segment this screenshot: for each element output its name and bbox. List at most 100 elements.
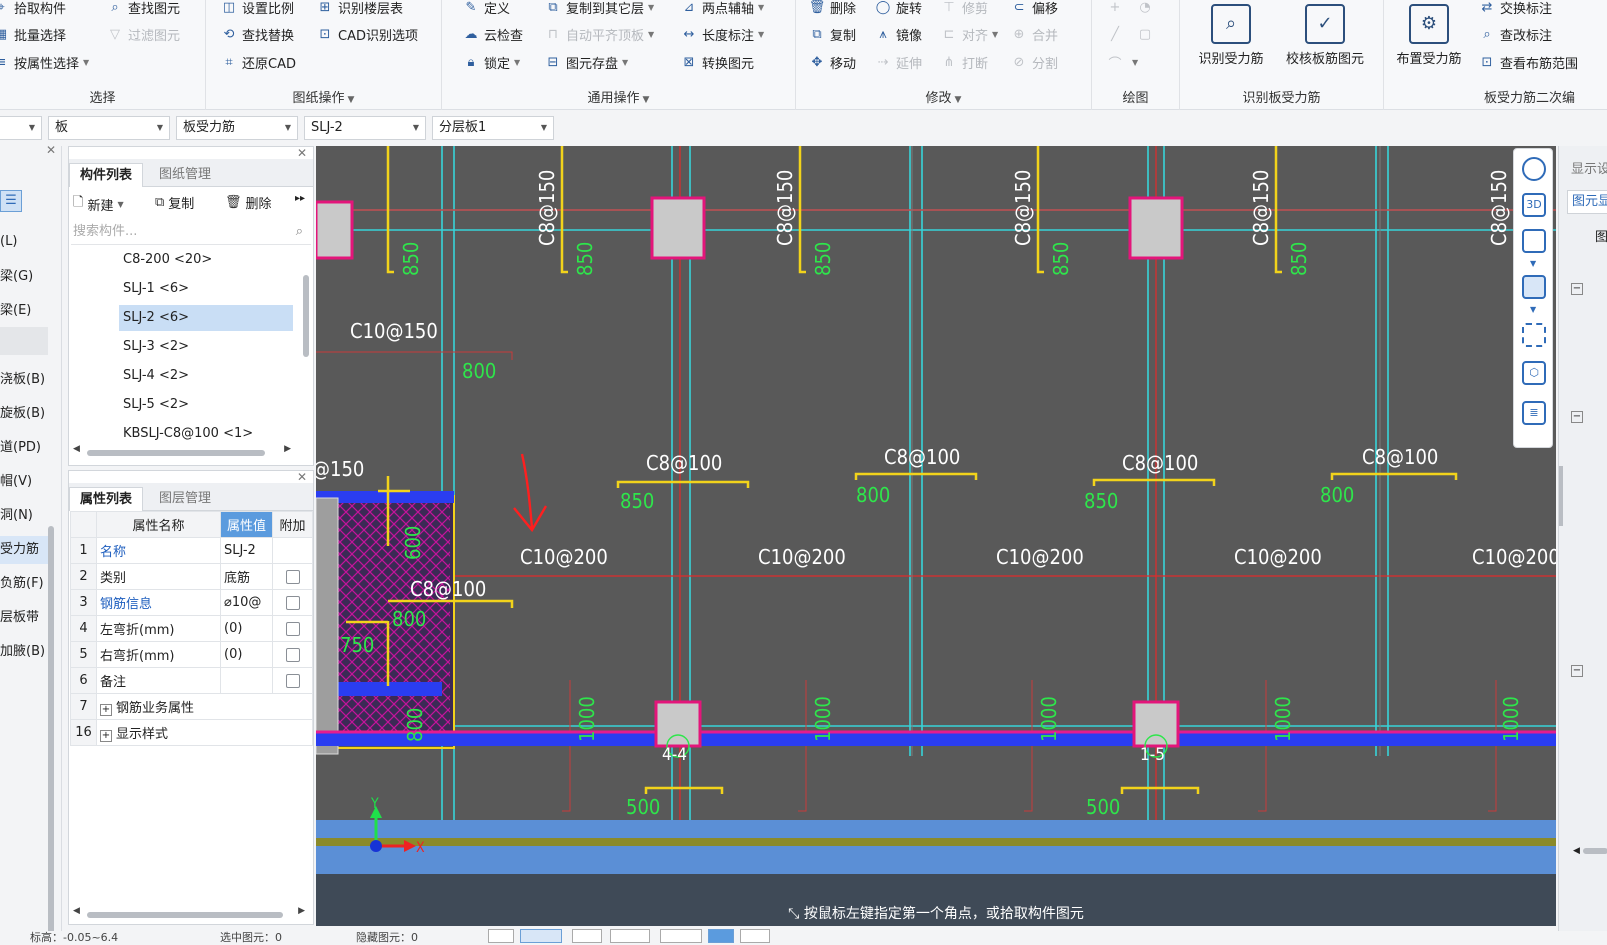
- scroll-left-icon[interactable]: ◀: [73, 906, 80, 916]
- view-cube-icon[interactable]: [1522, 229, 1546, 253]
- property-row[interactable]: 6 备注: [70, 667, 313, 694]
- layer-select[interactable]: 分层板1 ▼: [432, 116, 554, 140]
- props-hscrollbar[interactable]: ◀ ▶: [73, 906, 309, 919]
- lineweight-toggle[interactable]: [740, 929, 770, 943]
- tab-drawing-manage[interactable]: 图纸管理: [149, 163, 221, 187]
- tree-item[interactable]: 帽(V): [0, 468, 48, 496]
- tab-layer-manage[interactable]: 图层管理: [149, 487, 221, 511]
- component-item[interactable]: SLJ-3 <2>: [119, 334, 293, 360]
- chevron-down-icon[interactable]: ▼: [1530, 305, 1536, 314]
- tree-item[interactable]: [0, 327, 48, 355]
- property-group[interactable]: + 显示样式: [96, 719, 313, 746]
- component-item[interactable]: SLJ-4 <2>: [119, 363, 293, 389]
- tree-view-icon[interactable]: ☰: [0, 190, 22, 212]
- attribute-select-button[interactable]: ≡ 按属性选择 ▼: [0, 50, 89, 74]
- tree-item[interactable]: (L): [0, 228, 48, 256]
- osnap-toggle[interactable]: [660, 929, 702, 943]
- floor-select[interactable]: ▼: [0, 116, 42, 140]
- rotate-button[interactable]: ◯ 旋转: [874, 0, 922, 19]
- extend-button[interactable]: ⇢ 延伸: [874, 50, 922, 74]
- tree-item[interactable]: 层板带: [0, 604, 48, 632]
- tab-component-list[interactable]: 构件列表: [69, 163, 144, 187]
- property-row[interactable]: 3 钢筋信息 ⌀10@: [70, 589, 313, 616]
- restore-cad-button[interactable]: ⌗ 还原CAD: [220, 50, 296, 74]
- component-item[interactable]: KBSLJ-C8@100 <1>: [119, 421, 293, 447]
- solid-view-icon[interactable]: [1522, 275, 1546, 299]
- save-element-button[interactable]: ⊟ 图元存盘 ▼: [544, 50, 629, 74]
- column[interactable]: [316, 200, 354, 260]
- property-value[interactable]: 底筋: [220, 563, 273, 590]
- find-replace-button[interactable]: ⟲ 查找替换: [220, 22, 294, 46]
- scroll-left-icon[interactable]: ◀: [1573, 846, 1580, 856]
- split-button[interactable]: ⊘ 分割: [1010, 50, 1058, 74]
- property-row[interactable]: 4 左弯折(mm) (0): [70, 615, 313, 642]
- tree-item[interactable]: 洞(N): [0, 502, 48, 530]
- scroll-right-icon[interactable]: ▶: [284, 444, 291, 454]
- component-search-input[interactable]: 搜索构件... ⌕: [71, 219, 311, 245]
- property-row[interactable]: 1 名称 SLJ-2: [70, 537, 313, 564]
- view-range-button[interactable]: ⊡ 查看布筋范围: [1478, 50, 1578, 74]
- property-group-row[interactable]: 7 + 钢筋业务属性: [70, 693, 313, 720]
- hscroll-thumb[interactable]: [1583, 848, 1607, 854]
- strip-scrollbar[interactable]: [48, 526, 54, 945]
- expand-icon[interactable]: +: [100, 704, 112, 716]
- view-3d-icon[interactable]: 3D: [1522, 193, 1546, 217]
- delete-component-button[interactable]: 🗑︎ 删除: [225, 193, 272, 212]
- break-button[interactable]: ⋔ 打断: [940, 50, 988, 74]
- list-vscrollbar[interactable]: [303, 275, 309, 357]
- tab-property-list[interactable]: 属性列表: [69, 487, 144, 511]
- snap-toggle[interactable]: [488, 929, 514, 943]
- property-value[interactable]: SLJ-2: [220, 537, 273, 564]
- polar-toggle[interactable]: [610, 929, 650, 943]
- panel-scrollbar[interactable]: [1559, 466, 1563, 526]
- ortho-toggle[interactable]: [520, 929, 562, 943]
- extra-checkbox[interactable]: [285, 673, 300, 688]
- close-icon[interactable]: ✕: [297, 146, 307, 160]
- component-item-selected[interactable]: SLJ-2 <6>: [119, 305, 293, 331]
- copy-component-button[interactable]: ⧉ 复制: [155, 193, 194, 212]
- extra-checkbox[interactable]: [285, 621, 300, 636]
- floor-table-button[interactable]: ⊞ 识别楼层表: [316, 0, 403, 19]
- trim-button[interactable]: ⊤ 修剪: [940, 0, 988, 19]
- isometric-icon[interactable]: ⬡: [1522, 361, 1546, 385]
- lock-button[interactable]: 🔒︎ 锁定 ▼: [462, 50, 521, 74]
- close-icon[interactable]: ✕: [297, 470, 307, 484]
- more-tools-icon[interactable]: ▸▸: [295, 193, 305, 204]
- identify-rebar-button[interactable]: ⌕ 识别受力筋: [1186, 4, 1276, 67]
- pick-component-button[interactable]: ⌖ 拾取构件: [0, 0, 66, 19]
- extra-checkbox[interactable]: [285, 569, 300, 584]
- length-dimension-button[interactable]: ↔ 长度标注 ▼: [680, 22, 765, 46]
- component-type-select[interactable]: 板受力筋 ▼: [176, 116, 298, 140]
- collapse-icon[interactable]: −: [1571, 662, 1587, 677]
- tree-item-selected[interactable]: 受力筋: [0, 536, 48, 564]
- orbit-icon[interactable]: [1522, 157, 1546, 181]
- property-view-icon[interactable]: ≣: [1522, 401, 1546, 425]
- tab-element-display[interactable]: 图元显示: [1567, 190, 1607, 214]
- two-point-axis-button[interactable]: ⊿ 两点辅轴 ▼: [680, 0, 765, 19]
- property-group[interactable]: + 钢筋业务属性: [96, 693, 313, 720]
- list-hscrollbar[interactable]: ◀ ▶: [73, 444, 309, 457]
- cad-options-button[interactable]: ⊡ CAD识别选项: [316, 22, 418, 46]
- zoom-extents-icon[interactable]: [1522, 323, 1546, 347]
- convert-element-button[interactable]: ⊠ 转换图元: [680, 50, 754, 74]
- scroll-right-icon[interactable]: ▶: [298, 906, 305, 916]
- move-button[interactable]: ✥ 移动: [808, 50, 856, 74]
- tree-item[interactable]: 浇板(B): [0, 366, 48, 394]
- new-component-button[interactable]: 🗋︎ 新建 ▼: [73, 193, 124, 215]
- property-row[interactable]: 2 类别 底筋: [70, 563, 313, 590]
- swap-label-button[interactable]: ⇄ 交换标注: [1478, 0, 1552, 19]
- column[interactable]: [1128, 196, 1184, 260]
- place-rebar-button[interactable]: ⚙ 布置受力筋: [1384, 4, 1474, 67]
- cad-drawing[interactable]: C8@150 C8@150 C8@150 C8@150 C8@150 C10@1…: [316, 146, 1556, 926]
- dynamic-input-toggle[interactable]: [708, 929, 734, 943]
- mirror-button[interactable]: ⩚ 镜像: [874, 22, 922, 46]
- draw-arc-button[interactable]: ⌒ ▼: [1106, 50, 1138, 74]
- filter-element-button[interactable]: ▽ 过滤图元: [106, 22, 180, 46]
- component-item[interactable]: SLJ-1 <6>: [119, 276, 293, 302]
- find-element-button[interactable]: ⌕ 查找图元: [106, 0, 180, 19]
- draw-rect-button[interactable]: ▢: [1136, 22, 1158, 46]
- scroll-left-icon[interactable]: ◀: [73, 444, 80, 454]
- delete-button[interactable]: 🗑︎ 删除: [808, 0, 856, 19]
- batch-select-button[interactable]: ▦ 批量选择: [0, 22, 66, 46]
- column[interactable]: [654, 700, 702, 748]
